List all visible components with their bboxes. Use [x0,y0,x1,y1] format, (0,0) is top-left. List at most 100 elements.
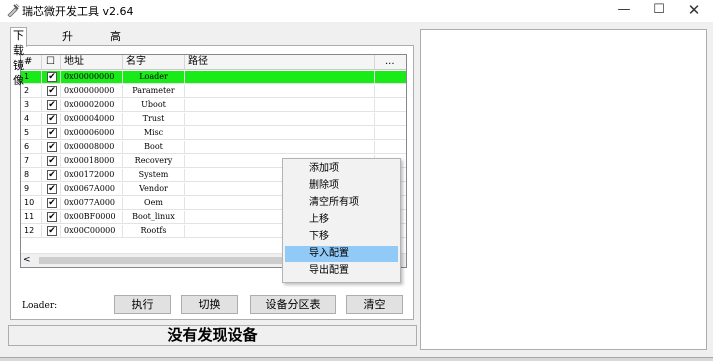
row-checkbox[interactable]: ✔ [47,184,57,194]
row-number: 5 [21,127,42,140]
row-name[interactable]: System [123,169,185,182]
row-name[interactable]: Boot_linux [123,211,185,224]
table-row[interactable]: 6 ✔ 0x00008000 Boot [21,141,406,154]
row-address[interactable]: 0x00006000 [61,127,123,140]
tab-upgrade-firmware[interactable]: 升级固件 [60,29,75,88]
header-path[interactable]: 路径 [185,55,375,70]
row-check-cell: ✔ [42,85,61,98]
row-path[interactable] [185,113,375,126]
row-check-cell: ✔ [42,211,61,224]
row-address[interactable]: 0x00000000 [61,85,123,98]
row-name[interactable]: Uboot [123,99,185,112]
row-number: 6 [21,141,42,154]
clear-button[interactable]: 清空 [346,295,403,314]
row-number: 2 [21,85,42,98]
row-address[interactable]: 0x00C00000 [61,225,123,238]
row-number: 9 [21,183,42,196]
row-number: 1 [21,71,42,84]
row-name[interactable]: Trust [123,113,185,126]
context-menu-item[interactable]: 导出配置 [285,263,398,279]
row-checkbox[interactable]: ✔ [47,72,57,82]
table-row[interactable]: 4 ✔ 0x00004000 Trust [21,113,406,126]
taskbar-edge [0,357,713,361]
row-check-cell: ✔ [42,141,61,154]
header-more[interactable]: ... [375,55,406,70]
tab-advanced[interactable]: 高级功能 [108,29,123,88]
row-browse[interactable] [375,99,406,112]
row-checkbox[interactable]: ✔ [47,198,57,208]
scroll-thumb[interactable] [39,257,289,264]
table-row[interactable]: 5 ✔ 0x00006000 Misc [21,127,406,140]
header-name[interactable]: 名字 [123,55,185,70]
row-path[interactable] [185,141,375,154]
row-number: 8 [21,169,42,182]
row-check-cell: ✔ [42,113,61,126]
row-checkbox[interactable]: ✔ [47,86,57,96]
row-check-cell: ✔ [42,155,61,168]
row-address[interactable]: 0x00002000 [61,99,123,112]
row-checkbox[interactable]: ✔ [47,212,57,222]
row-check-cell: ✔ [42,127,61,140]
row-checkbox[interactable]: ✔ [47,226,57,236]
row-checkbox[interactable]: ✔ [47,114,57,124]
table-row[interactable]: 3 ✔ 0x00002000 Uboot [21,99,406,112]
row-name[interactable]: Misc [123,127,185,140]
context-menu-item[interactable]: 添加项 [285,161,398,177]
row-checkbox[interactable]: ✔ [47,142,57,152]
row-name[interactable]: Rootfs [123,225,185,238]
table-row[interactable]: 1 ✔ 0x00000000 Loader [21,71,406,84]
log-output-pane[interactable] [420,29,707,350]
row-address[interactable]: 0x00172000 [61,169,123,182]
row-browse[interactable] [375,71,406,84]
row-path[interactable] [185,127,375,140]
header-check[interactable]: ☐ [42,55,61,70]
row-name[interactable]: Boot [123,141,185,154]
table-header: # ☐ 地址 名字 路径 ... [21,55,406,70]
row-browse[interactable] [375,85,406,98]
row-address[interactable]: 0x00008000 [61,141,123,154]
title-bar: 瑞芯微开发工具 v2.64 — ☐ ✕ [0,0,713,22]
row-address[interactable]: 0x0077A000 [61,197,123,210]
row-name[interactable]: Vendor [123,183,185,196]
row-path[interactable] [185,71,375,84]
loader-label: Loader: [22,301,58,311]
row-address[interactable]: 0x00000000 [61,71,123,84]
maximize-button[interactable]: ☐ [641,0,677,22]
row-name[interactable]: Loader [123,71,185,84]
header-address[interactable]: 地址 [61,55,123,70]
context-menu-item[interactable]: 导入配置 [285,246,398,262]
row-checkbox[interactable]: ✔ [47,128,57,138]
row-browse[interactable] [375,113,406,126]
context-menu-item[interactable]: 上移 [285,212,398,228]
row-address[interactable]: 0x00004000 [61,113,123,126]
row-name[interactable]: Recovery [123,155,185,168]
scroll-left-icon[interactable]: < [23,254,31,267]
execute-button[interactable]: 执行 [114,295,171,314]
row-checkbox[interactable]: ✔ [47,156,57,166]
row-browse[interactable] [375,141,406,154]
close-button[interactable]: ✕ [676,0,712,22]
row-check-cell: ✔ [42,169,61,182]
minimize-button[interactable]: — [606,0,642,22]
tab-download-image[interactable]: 下载镜像 [10,27,27,87]
row-address[interactable]: 0x00BF0000 [61,211,123,224]
row-path[interactable] [185,99,375,112]
table-row[interactable]: 2 ✔ 0x00000000 Parameter [21,85,406,98]
context-menu-item[interactable]: 清空所有项 [285,195,398,211]
switch-button[interactable]: 切换 [181,295,238,314]
context-menu-item[interactable]: 下移 [285,229,398,245]
row-checkbox[interactable]: ✔ [47,100,57,110]
row-name[interactable]: Parameter [123,85,185,98]
context-menu-item[interactable]: 删除项 [285,178,398,194]
row-path[interactable] [185,85,375,98]
row-checkbox[interactable]: ✔ [47,170,57,180]
row-name[interactable]: Oem [123,197,185,210]
row-address[interactable]: 0x0067A000 [61,183,123,196]
device-partition-table-button[interactable]: 设备分区表 [250,295,336,314]
row-number: 3 [21,99,42,112]
row-check-cell: ✔ [42,197,61,210]
row-address[interactable]: 0x00018000 [61,155,123,168]
header-no[interactable]: # [21,55,42,70]
row-browse[interactable] [375,127,406,140]
row-check-cell: ✔ [42,71,61,84]
